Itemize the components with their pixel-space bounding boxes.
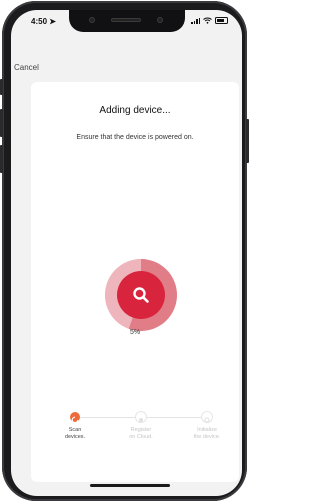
cancel-button[interactable]: Cancel [14, 63, 39, 72]
step-label-scan: Scan devices. [50, 427, 100, 441]
step-label-initialize: Initialize the device. [182, 427, 232, 441]
step-label-register: Register on Cloud. [116, 427, 166, 441]
page-title: Adding device... [99, 105, 171, 116]
adding-device-card: Adding device... Ensure that the device … [31, 82, 239, 482]
status-time-text: 4:50 [31, 17, 48, 26]
volume-down-button [0, 145, 3, 173]
step-initialize-icon [202, 412, 212, 423]
progress-percent: 5% [129, 329, 141, 336]
wifi-icon [203, 17, 212, 24]
instruction-text: Ensure that the device is powered on. [76, 134, 194, 141]
step-scan-icon [70, 412, 80, 424]
power-button [246, 119, 249, 163]
step-label-line: Scan [68, 427, 82, 433]
step-scan-glyph [71, 416, 79, 424]
phone-frame: 4:50 ➤ Cancel Adding device... Ensure th… [0, 1, 249, 501]
signal-icon [191, 17, 200, 24]
step-connector [75, 417, 141, 418]
step-connector [141, 417, 207, 418]
status-time: 4:50 ➤ [31, 17, 56, 26]
step-label-line: on Cloud. [129, 434, 153, 440]
radar-core [117, 271, 165, 319]
status-icons [191, 17, 228, 24]
home-indicator[interactable] [90, 484, 170, 487]
location-arrow-icon: ➤ [49, 17, 56, 26]
screen: 4:50 ➤ Cancel Adding device... Ensure th… [11, 10, 242, 496]
volume-up-button [0, 109, 3, 137]
cloud-icon [139, 418, 143, 422]
scan-progress-radar [105, 259, 177, 331]
notch [69, 10, 185, 32]
step-label-line: devices. [64, 434, 86, 440]
mute-switch [0, 79, 3, 95]
step-label-line: Register [130, 427, 152, 433]
device-icon [204, 417, 210, 423]
step-label-line: the device. [193, 434, 221, 440]
search-icon [133, 287, 149, 303]
battery-icon [215, 17, 228, 24]
step-register-icon [136, 412, 146, 422]
earpiece-speaker [111, 18, 141, 22]
front-sensor [89, 17, 95, 23]
front-camera [157, 17, 163, 23]
step-label-line: Initialize [197, 427, 217, 433]
